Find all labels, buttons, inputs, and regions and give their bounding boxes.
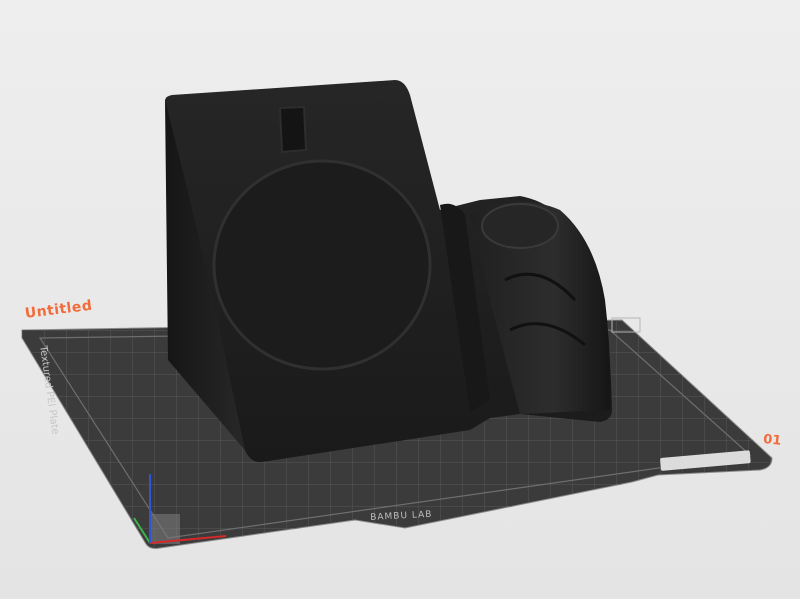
scene <box>21 80 773 549</box>
3d-model[interactable] <box>165 80 612 463</box>
3d-viewport[interactable]: Untitled 01 Textured PEI Plate BAMBU LAB <box>0 0 800 599</box>
plate-number-label: 01 <box>762 432 782 449</box>
